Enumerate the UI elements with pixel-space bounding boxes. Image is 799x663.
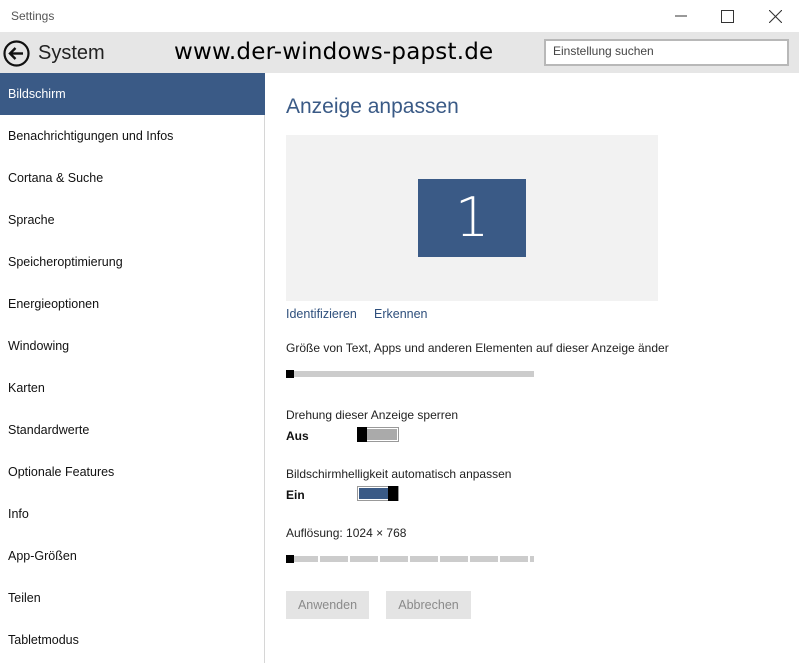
header-bar: System www.der-windows-papst.de Einstell…: [0, 32, 799, 73]
close-icon: [768, 9, 782, 23]
rotation-lock-state: Aus: [286, 429, 309, 443]
resolution-tick: [528, 556, 530, 562]
scale-label: Größe von Text, Apps und anderen Element…: [286, 341, 669, 355]
sidebar-item-optionale-features[interactable]: Optionale Features: [0, 451, 265, 493]
minimize-icon: [675, 15, 687, 17]
resolution-tick: [468, 556, 470, 562]
rotation-toggle-knob: [357, 427, 367, 442]
monitor-tile[interactable]: 1: [418, 179, 526, 257]
back-button[interactable]: [3, 40, 30, 67]
brightness-toggle-knob: [388, 486, 398, 501]
window-title: Settings: [11, 9, 55, 23]
sidebar-item-teilen[interactable]: Teilen: [0, 577, 265, 619]
resolution-tick: [378, 556, 380, 562]
maximize-button[interactable]: [704, 0, 750, 32]
watermark-text: www.der-windows-papst.de: [174, 39, 494, 65]
display-arrangement-area: 1: [286, 135, 658, 301]
cancel-button[interactable]: Abbrechen: [386, 591, 471, 619]
close-button[interactable]: [752, 0, 798, 32]
scale-slider-thumb[interactable]: [286, 370, 294, 378]
scale-slider-track: [286, 371, 534, 377]
title-bar: Settings: [0, 0, 799, 32]
page-header-title: System: [38, 42, 105, 64]
auto-brightness-state: Ein: [286, 488, 305, 502]
resolution-slider-track: [286, 556, 534, 562]
sidebar-item-cortana[interactable]: Cortana & Suche: [0, 157, 265, 199]
sidebar-item-speicheroptimierung[interactable]: Speicheroptimierung: [0, 241, 265, 283]
rotation-lock-label: Drehung dieser Anzeige sperren: [286, 408, 459, 422]
sidebar-item-karten[interactable]: Karten: [0, 367, 265, 409]
sidebar-item-sprache[interactable]: Sprache: [0, 199, 265, 241]
sidebar-item-energieoptionen[interactable]: Energieoptionen: [0, 283, 265, 325]
resolution-tick: [318, 556, 320, 562]
apply-button[interactable]: Anwenden: [286, 591, 369, 619]
sidebar-item-info[interactable]: Info: [0, 493, 265, 535]
sidebar-item-app-groessen[interactable]: App-Größen: [0, 535, 265, 577]
identify-link[interactable]: Identifizieren: [286, 307, 357, 321]
page-title: Anzeige anpassen: [286, 95, 459, 118]
sidebar-item-standardwerte[interactable]: Standardwerte: [0, 409, 265, 451]
resolution-label: Auflösung: 1024 × 768: [286, 526, 407, 540]
main-content: Anzeige anpassen 1 Identifizieren Erkenn…: [266, 73, 799, 663]
auto-brightness-label: Bildschirmhelligkeit automatisch anpasse…: [286, 467, 512, 481]
resolution-slider-thumb[interactable]: [286, 555, 294, 563]
sidebar: Bildschirm Benachrichtigungen und Infos …: [0, 73, 265, 663]
resolution-tick: [438, 556, 440, 562]
maximize-icon: [720, 9, 734, 23]
resolution-tick: [348, 556, 350, 562]
sidebar-item-bildschirm[interactable]: Bildschirm: [0, 73, 265, 115]
detect-link[interactable]: Erkennen: [374, 307, 428, 321]
back-arrow-icon: [3, 40, 30, 67]
resolution-tick: [498, 556, 500, 562]
rotation-lock-toggle[interactable]: [357, 427, 399, 442]
resolution-tick: [408, 556, 410, 562]
minimize-button[interactable]: [658, 0, 704, 32]
resolution-slider[interactable]: [286, 555, 534, 563]
auto-brightness-toggle[interactable]: [357, 486, 399, 501]
sidebar-item-tabletmodus[interactable]: Tabletmodus: [0, 619, 265, 661]
settings-search-input[interactable]: Einstellung suchen: [544, 39, 789, 66]
sidebar-item-windowing[interactable]: Windowing: [0, 325, 265, 367]
scale-slider[interactable]: [286, 370, 534, 378]
sidebar-item-benachrichtigungen[interactable]: Benachrichtigungen und Infos: [0, 115, 265, 157]
